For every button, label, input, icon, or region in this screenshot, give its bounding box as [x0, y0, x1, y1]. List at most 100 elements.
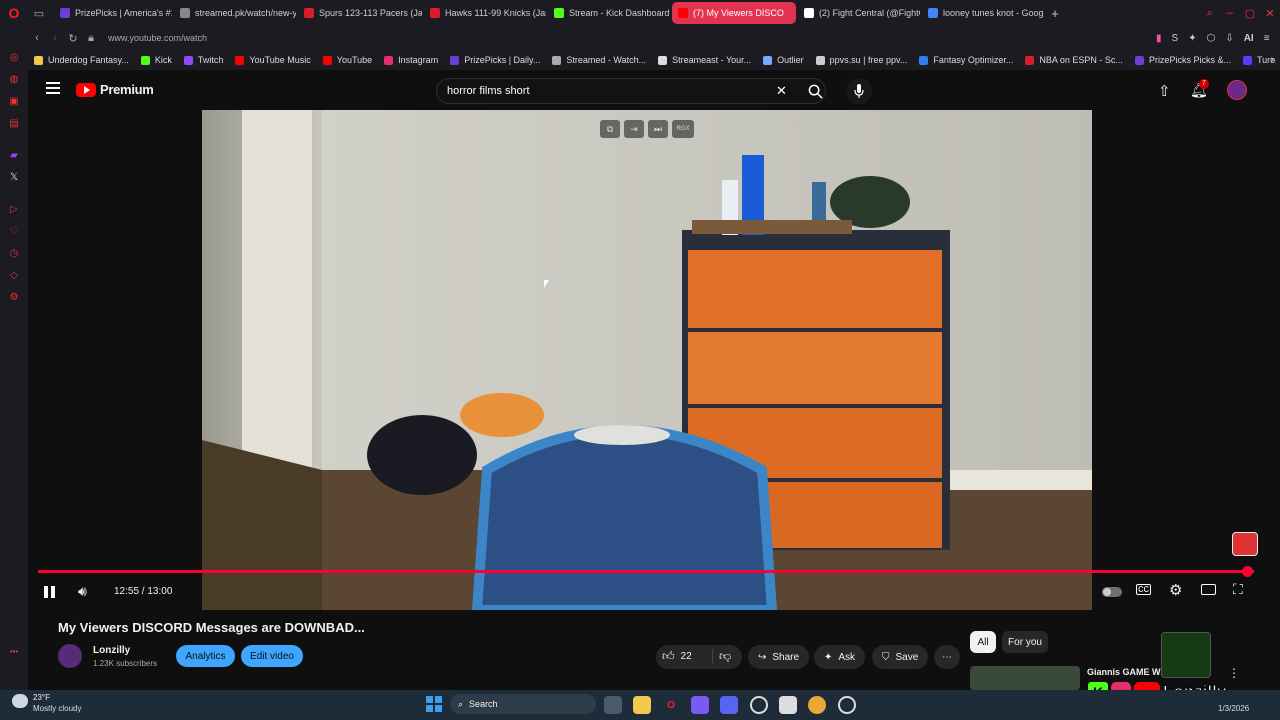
recommendation-title[interactable]: Giannis GAME WI: [1087, 667, 1163, 677]
bookmark-item[interactable]: PrizePicks Picks &...: [1129, 55, 1237, 65]
browser-tab[interactable]: Spurs 123-113 Pacers (Jan: [298, 2, 422, 24]
bookmark-item[interactable]: Twitch: [178, 55, 230, 65]
subscribe-watermark-icon[interactable]: [1232, 532, 1258, 556]
volume-icon[interactable]: 🔊︎: [78, 583, 87, 600]
miniplayer-icon[interactable]: ⧉: [600, 120, 620, 138]
bookmark-item[interactable]: YouTube: [317, 55, 378, 65]
bookmark-item[interactable]: PrizePicks | Daily...: [444, 55, 546, 65]
download-icon[interactable]: ⇩: [1225, 33, 1233, 44]
dislike-button[interactable]: 👎︎: [712, 649, 731, 664]
progress-scrubber[interactable]: [1241, 566, 1253, 577]
weather-temp[interactable]: 23°F: [33, 693, 50, 702]
chip-for-you[interactable]: For you: [1002, 631, 1048, 653]
taskbar-search[interactable]: ⌕ Search: [450, 694, 596, 714]
sidebar-history-icon[interactable]: ◷: [8, 248, 20, 260]
youtube-logo[interactable]: Premium: [76, 82, 154, 97]
captions-icon[interactable]: cc: [1136, 584, 1151, 595]
url-field[interactable]: www.youtube.com/watch: [108, 33, 207, 43]
sidebar-pinboard-icon[interactable]: ◇: [8, 270, 20, 282]
bookmark-item[interactable]: ppvs.su | free ppv...: [810, 55, 914, 65]
account-avatar[interactable]: [1227, 80, 1247, 100]
aria-ai-button[interactable]: AI: [1244, 33, 1254, 44]
new-tab-icon[interactable]: +: [1044, 0, 1066, 26]
sidebar-messenger-icon[interactable]: ▣: [8, 96, 20, 108]
edit-video-button[interactable]: Edit video: [241, 645, 303, 667]
save-button[interactable]: ⛉ Save: [872, 645, 929, 669]
start-button-icon[interactable]: [426, 696, 442, 712]
bookmark-item[interactable]: Instagram: [378, 55, 444, 65]
theater-mode-icon[interactable]: [1201, 584, 1216, 595]
opera-gx-taskbar-icon[interactable]: O: [662, 696, 680, 714]
channel-avatar[interactable]: [58, 644, 82, 668]
pause-button[interactable]: [44, 586, 58, 600]
back-icon[interactable]: ‹: [28, 32, 46, 44]
chip-all[interactable]: All: [970, 631, 996, 653]
clear-search-icon[interactable]: ✕: [776, 83, 787, 99]
weather-condition[interactable]: Mostly cloudy: [33, 704, 81, 713]
fullscreen-icon[interactable]: ⛶: [1233, 581, 1243, 598]
reload-icon[interactable]: ↻: [64, 32, 82, 45]
browser-tab[interactable]: Stream - Kick Dashboard: [548, 2, 670, 24]
analytics-button[interactable]: Analytics: [176, 645, 235, 667]
voice-search-button[interactable]: [846, 78, 872, 104]
app-icon[interactable]: [779, 696, 797, 714]
settings-gear-icon[interactable]: ⚙: [1169, 581, 1182, 599]
menu-icon[interactable]: ≡: [1264, 33, 1270, 44]
recommendation-thumbnail[interactable]: [970, 666, 1080, 690]
discord-icon[interactable]: [720, 696, 738, 714]
ask-button[interactable]: ✦ Ask: [814, 645, 866, 669]
browser-tab[interactable]: PrizePicks | America's #1: [54, 2, 172, 24]
search-input[interactable]: horror films short: [436, 78, 826, 104]
file-explorer-icon[interactable]: [633, 696, 651, 714]
browser-tab[interactable]: streamed.pk/watch/new-y: [174, 2, 296, 24]
browser-tab[interactable]: Hawks 111-99 Knicks (Jan: [424, 2, 546, 24]
weather-icon[interactable]: [12, 694, 28, 708]
bookmark-item[interactable]: Streameast - Your...: [652, 55, 757, 65]
browser-tab[interactable]: (7) My Viewers DISCO: [672, 2, 796, 24]
rgx-badge[interactable]: RGX: [672, 120, 694, 138]
copilot-icon[interactable]: [691, 696, 709, 714]
vpn-icon[interactable]: ⬡: [1207, 33, 1216, 44]
browser-tab[interactable]: (2) Fight Central (@FightC: [798, 2, 920, 24]
bookmark-item[interactable]: YouTube Music: [229, 55, 316, 65]
bookmark-item[interactable]: NBA on ESPN - Sc...: [1019, 55, 1129, 65]
sidebar-player-icon[interactable]: ▷: [8, 204, 20, 216]
like-button[interactable]: 👍︎ 22: [662, 649, 692, 664]
forward-icon[interactable]: ›: [46, 32, 64, 44]
app-updating-icon[interactable]: [838, 696, 856, 714]
sidebar-workspace-icon[interactable]: ◍: [8, 74, 20, 86]
task-view-icon[interactable]: [604, 696, 622, 714]
s-extension-icon[interactable]: S: [1172, 33, 1179, 44]
opera-logo-icon[interactable]: O: [0, 0, 28, 26]
create-upload-icon[interactable]: ⇧: [1158, 82, 1171, 100]
sidebar-twitch-icon[interactable]: ▰: [8, 150, 20, 162]
bookmark-item[interactable]: Kick: [135, 55, 178, 65]
more-actions-button[interactable]: ⋯: [934, 645, 960, 669]
channel-name[interactable]: Lonzilly: [93, 645, 130, 656]
browser-tab[interactable]: looney tunes knot - Googl: [922, 2, 1044, 24]
share-button[interactable]: ↪ Share: [748, 645, 810, 669]
minimize-icon[interactable]: –: [1220, 0, 1240, 26]
autoplay-toggle[interactable]: [1102, 587, 1122, 597]
sidebar-settings-icon[interactable]: ⚙: [8, 292, 20, 304]
close-window-icon[interactable]: ✕: [1260, 0, 1280, 26]
puzzle-icon[interactable]: ✦: [1188, 33, 1196, 44]
obs-icon[interactable]: [750, 696, 768, 714]
search-button[interactable]: [802, 78, 828, 104]
hamburger-menu-icon[interactable]: [46, 82, 60, 94]
video-player[interactable]: ⧉ ⇥ ⏭ RGX: [28, 110, 1280, 610]
bookmark-item[interactable]: Fantasy Optimizer...: [913, 55, 1019, 65]
maximize-icon[interactable]: ▢: [1240, 0, 1260, 26]
search-tabs-icon[interactable]: ⌕: [1200, 0, 1220, 26]
extension-icon[interactable]: ▮: [1156, 33, 1162, 44]
next-icon[interactable]: ⏭: [648, 120, 668, 138]
bookmark-item[interactable]: Underdog Fantasy...: [28, 55, 135, 65]
sidebar-whatsapp-icon[interactable]: ▤: [8, 118, 20, 130]
bookmark-item[interactable]: Outlier: [757, 55, 810, 65]
sidebar-bookmarks-icon[interactable]: ♡: [8, 226, 20, 238]
popout-icon[interactable]: ⇥: [624, 120, 644, 138]
recommendation-menu-icon[interactable]: ⋮: [1228, 666, 1240, 680]
bookmarks-more-icon[interactable]: ›: [1270, 54, 1274, 66]
bookmark-item[interactable]: Streamed - Watch...: [546, 55, 652, 65]
sidebar-x-icon[interactable]: 𝕏: [8, 172, 20, 184]
